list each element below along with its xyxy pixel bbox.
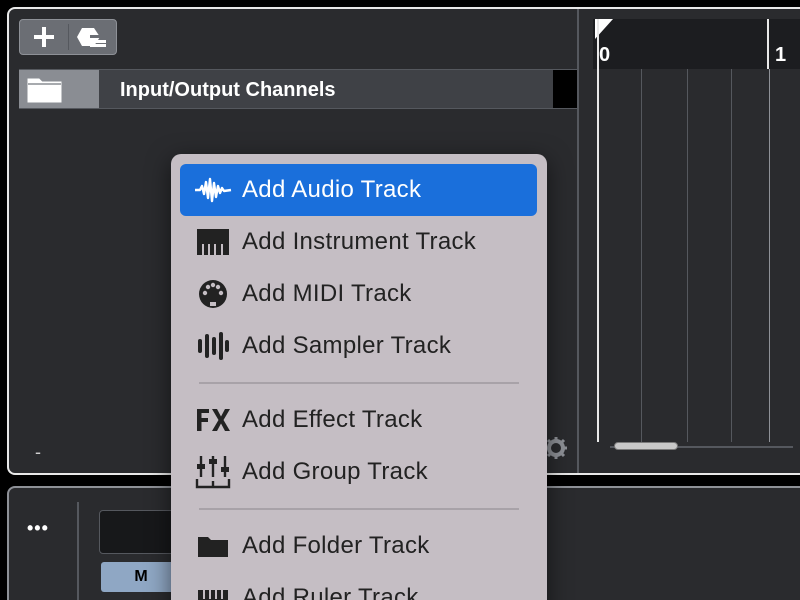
grid-line: [769, 69, 770, 442]
ruler-icon: [184, 586, 242, 600]
ruler-tick-label: 0: [599, 44, 611, 66]
ruler-tick-label: 1: [775, 44, 787, 66]
menu-item-label: Add Group Track: [242, 458, 428, 485]
folder-icon: [184, 534, 242, 558]
menu-item-add-group-track[interactable]: Add Group Track: [180, 446, 537, 498]
lower-zone-divider: [77, 502, 79, 600]
piano-keys-icon: [184, 229, 242, 255]
track-row[interactable]: Input/Output Channels: [19, 69, 577, 109]
sampler-icon: [184, 331, 242, 361]
project-cursor[interactable]: [597, 19, 599, 442]
zoom-out-button[interactable]: -: [35, 442, 41, 463]
more-options-button[interactable]: •••: [27, 518, 49, 539]
folder-icon: [27, 78, 62, 103]
menu-item-add-audio-track[interactable]: Add Audio Track: [180, 164, 537, 216]
add-track-from-template-button[interactable]: [68, 20, 116, 54]
menu-item-add-midi-track[interactable]: Add MIDI Track: [180, 268, 537, 320]
menu-item-label: Add Ruler Track: [242, 584, 419, 600]
menu-item-label: Add MIDI Track: [242, 280, 412, 307]
track-icon-cell: [19, 70, 99, 108]
menu-item-add-ruler-track[interactable]: Add Ruler Track: [180, 572, 537, 600]
track-settings-button[interactable]: [545, 437, 567, 464]
ruler[interactable]: 0 1: [593, 19, 800, 69]
gear-icon: [545, 437, 567, 459]
menu-item-label: Add Folder Track: [242, 532, 430, 559]
menu-item-label: Add Sampler Track: [242, 332, 452, 359]
event-display[interactable]: 0 1: [593, 19, 800, 442]
menu-item-label: Add Effect Track: [242, 406, 423, 433]
group-faders-icon: [184, 455, 242, 489]
bar-line: [767, 19, 769, 69]
track-template-icon: [77, 28, 107, 47]
plus-icon: [33, 27, 54, 47]
menu-item-add-instrument-track[interactable]: Add Instrument Track: [180, 216, 537, 268]
grid-line: [687, 69, 688, 442]
track-level-meter: [553, 70, 577, 108]
track-list-divider[interactable]: [577, 9, 579, 473]
horizontal-scroll-thumb[interactable]: [614, 442, 678, 450]
menu-item-label: Add Audio Track: [242, 176, 422, 203]
midi-connector-icon: [184, 279, 242, 309]
fx-icon: [184, 407, 242, 433]
menu-item-label: Add Instrument Track: [242, 228, 477, 255]
add-track-context-menu: Add Audio Track Add Instrument Track Add…: [171, 154, 547, 600]
menu-item-add-sampler-track[interactable]: Add Sampler Track: [180, 320, 537, 372]
track-name: Input/Output Channels: [120, 79, 336, 101]
track-toolbar: [19, 19, 117, 55]
menu-item-add-effect-track[interactable]: Add Effect Track: [180, 394, 537, 446]
add-track-button[interactable]: [20, 20, 68, 54]
grid-line: [731, 69, 732, 442]
menu-separator: [199, 508, 519, 510]
menu-separator: [199, 382, 519, 384]
menu-item-add-folder-track[interactable]: Add Folder Track: [180, 520, 537, 572]
grid-line: [641, 69, 642, 442]
waveform-icon: [184, 177, 242, 203]
mute-button[interactable]: M: [101, 562, 181, 592]
